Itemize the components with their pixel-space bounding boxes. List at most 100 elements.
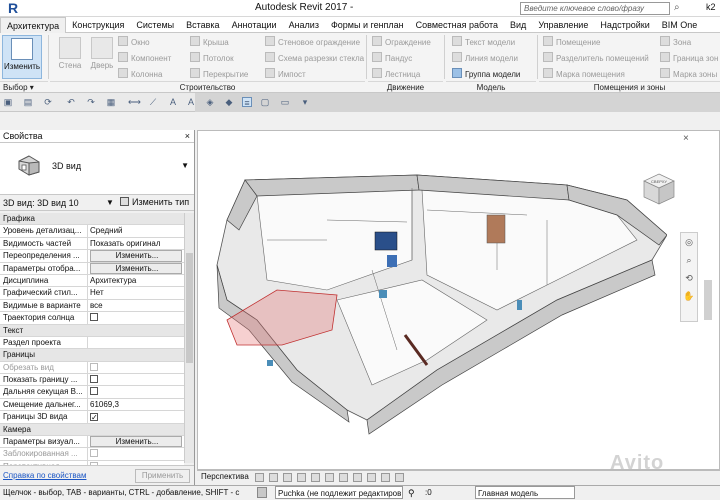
filter-icon[interactable]: ⚲ (408, 487, 415, 500)
properties-section[interactable]: Графика (0, 213, 184, 226)
curtain-system-button[interactable]: Стеновое ограждение (265, 36, 360, 47)
area-tag-button[interactable]: Марка зоны (660, 68, 718, 79)
room-tag-button[interactable]: Марка помещения (543, 68, 625, 79)
properties-section[interactable]: Текст (0, 324, 184, 337)
user-name[interactable]: k2 (706, 2, 716, 12)
modify-button[interactable]: Изменить (2, 35, 42, 79)
mullion-button[interactable]: Импост (265, 68, 306, 79)
text-icon[interactable]: A (186, 97, 196, 107)
property-checkbox-cell[interactable] (88, 312, 184, 323)
detail-level-icon[interactable] (255, 473, 264, 482)
edit-button[interactable]: Изменить... (90, 250, 182, 262)
stair-button[interactable]: Лестница (372, 68, 420, 79)
tag-icon[interactable]: A (168, 97, 178, 107)
customize-qat-icon[interactable]: ▾ (300, 97, 310, 107)
property-checkbox-cell[interactable] (88, 374, 184, 385)
roof-button[interactable]: Крыша (190, 36, 229, 47)
edit-type-button[interactable]: Изменить тип (120, 197, 189, 207)
workset-dropdown[interactable]: Puchka (не подлежит редактиров (275, 486, 403, 499)
property-value[interactable]: Средний (88, 225, 184, 236)
tab-5[interactable]: Анализ (283, 17, 325, 33)
orbit-icon[interactable]: ⟲ (683, 273, 695, 287)
property-checkbox-cell[interactable] (88, 362, 184, 373)
checkbox[interactable] (90, 413, 98, 422)
crop-icon[interactable] (325, 473, 334, 482)
property-value[interactable] (88, 337, 184, 348)
room-button[interactable]: Помещение (543, 36, 600, 47)
viewcube-icon[interactable]: СВЕРХУ (640, 170, 678, 208)
area-boundary-button[interactable]: Граница зоны (660, 52, 718, 63)
lock-view-icon[interactable] (353, 473, 362, 482)
tab-7[interactable]: Совместная работа (410, 17, 504, 33)
switch-windows-icon[interactable]: ▭ (280, 97, 290, 107)
workset-icon[interactable] (257, 487, 267, 498)
property-value[interactable]: 61069,3 (88, 399, 184, 410)
close-icon[interactable]: × (185, 130, 190, 143)
pan-icon[interactable]: ✋ (683, 291, 695, 305)
chevron-down-icon[interactable]: ▼ (181, 161, 189, 170)
measure-icon[interactable]: ⟷ (128, 97, 141, 107)
checkbox[interactable] (90, 313, 98, 322)
shadows-icon[interactable] (297, 473, 306, 482)
save-icon[interactable]: ▤ (23, 97, 33, 107)
property-value[interactable]: Нет (88, 287, 184, 298)
property-checkbox-cell[interactable] (88, 448, 184, 459)
column-button[interactable]: Колонна (118, 68, 162, 79)
apply-button[interactable]: Применить (135, 469, 190, 483)
undo-icon[interactable]: ↶ (66, 97, 76, 107)
thin-lines-icon[interactable]: ≡ (242, 97, 252, 108)
view-scale[interactable]: Перспектива (201, 471, 249, 483)
model-line-button[interactable]: Линия модели (452, 52, 518, 63)
sun-path-icon[interactable] (283, 473, 292, 482)
tab-6[interactable]: Формы и генплан (325, 17, 410, 33)
model-text-button[interactable]: Текст модели (452, 36, 515, 47)
edit-button[interactable]: Изменить... (90, 262, 182, 274)
property-value[interactable]: Показать оригинал (88, 238, 184, 249)
type-selector[interactable]: 3D вид ▼ (0, 143, 194, 195)
tab-4[interactable]: Аннотации (226, 17, 283, 33)
chevron-down-icon[interactable]: ▼ (106, 198, 114, 207)
search-input[interactable]: Введите ключевое слово/фразу (520, 2, 670, 15)
curtain-grid-button[interactable]: Схема разрезки стекла (265, 52, 364, 63)
revit-logo-icon[interactable]: R (2, 0, 24, 17)
crop-region-icon[interactable] (339, 473, 348, 482)
worksharing-display-icon[interactable] (395, 473, 404, 482)
floor-button[interactable]: Перекрытие (190, 68, 248, 79)
view-selector[interactable]: 3D вид: 3D вид 10 (3, 198, 79, 208)
print-icon[interactable]: ▦ (106, 97, 116, 107)
property-checkbox-cell[interactable] (88, 411, 184, 422)
edit-button[interactable]: Изменить... (90, 436, 182, 448)
view-close-icon[interactable]: × (683, 133, 689, 144)
property-checkbox-cell[interactable] (88, 386, 184, 397)
scrollbar-thumb[interactable] (186, 253, 193, 363)
model-group-button[interactable]: Группа модели (452, 68, 520, 79)
tab-9[interactable]: Управление (532, 17, 594, 33)
viewport-scrollbar[interactable] (704, 280, 712, 320)
window-button[interactable]: Окно (118, 36, 150, 47)
section-icon[interactable]: ◆ (224, 97, 234, 107)
area-button[interactable]: Зона (660, 36, 691, 47)
visual-style-icon[interactable] (269, 473, 278, 482)
door-button[interactable]: Дверь (82, 35, 122, 79)
group-select[interactable]: Выбор ▾ (0, 81, 48, 93)
design-option-dropdown[interactable]: Главная модель (475, 486, 575, 499)
default-3d-icon[interactable]: ◈ (205, 97, 215, 107)
dimension-icon[interactable]: ⟋ (148, 97, 158, 107)
tab-11[interactable]: BIM One (656, 17, 704, 33)
properties-section[interactable]: Камера (0, 423, 184, 437)
render-icon[interactable] (311, 473, 320, 482)
tab-10[interactable]: Надстройки (594, 17, 655, 33)
ceiling-button[interactable]: Потолок (190, 52, 234, 63)
property-value[interactable]: Архитектура (88, 275, 184, 286)
railing-button[interactable]: Ограждение (372, 36, 431, 47)
temp-hide-icon[interactable] (367, 473, 376, 482)
tab-8[interactable]: Вид (504, 17, 532, 33)
tab-3[interactable]: Вставка (180, 17, 225, 33)
properties-section[interactable]: Границы (0, 349, 184, 362)
building-3d-model[interactable] (197, 160, 667, 440)
revit-menu-icon[interactable]: ▣ (3, 97, 13, 107)
ramp-button[interactable]: Пандус (372, 52, 412, 63)
checkbox[interactable] (90, 375, 98, 384)
tab-2[interactable]: Системы (130, 17, 180, 33)
component-button[interactable]: Компонент (118, 52, 171, 63)
